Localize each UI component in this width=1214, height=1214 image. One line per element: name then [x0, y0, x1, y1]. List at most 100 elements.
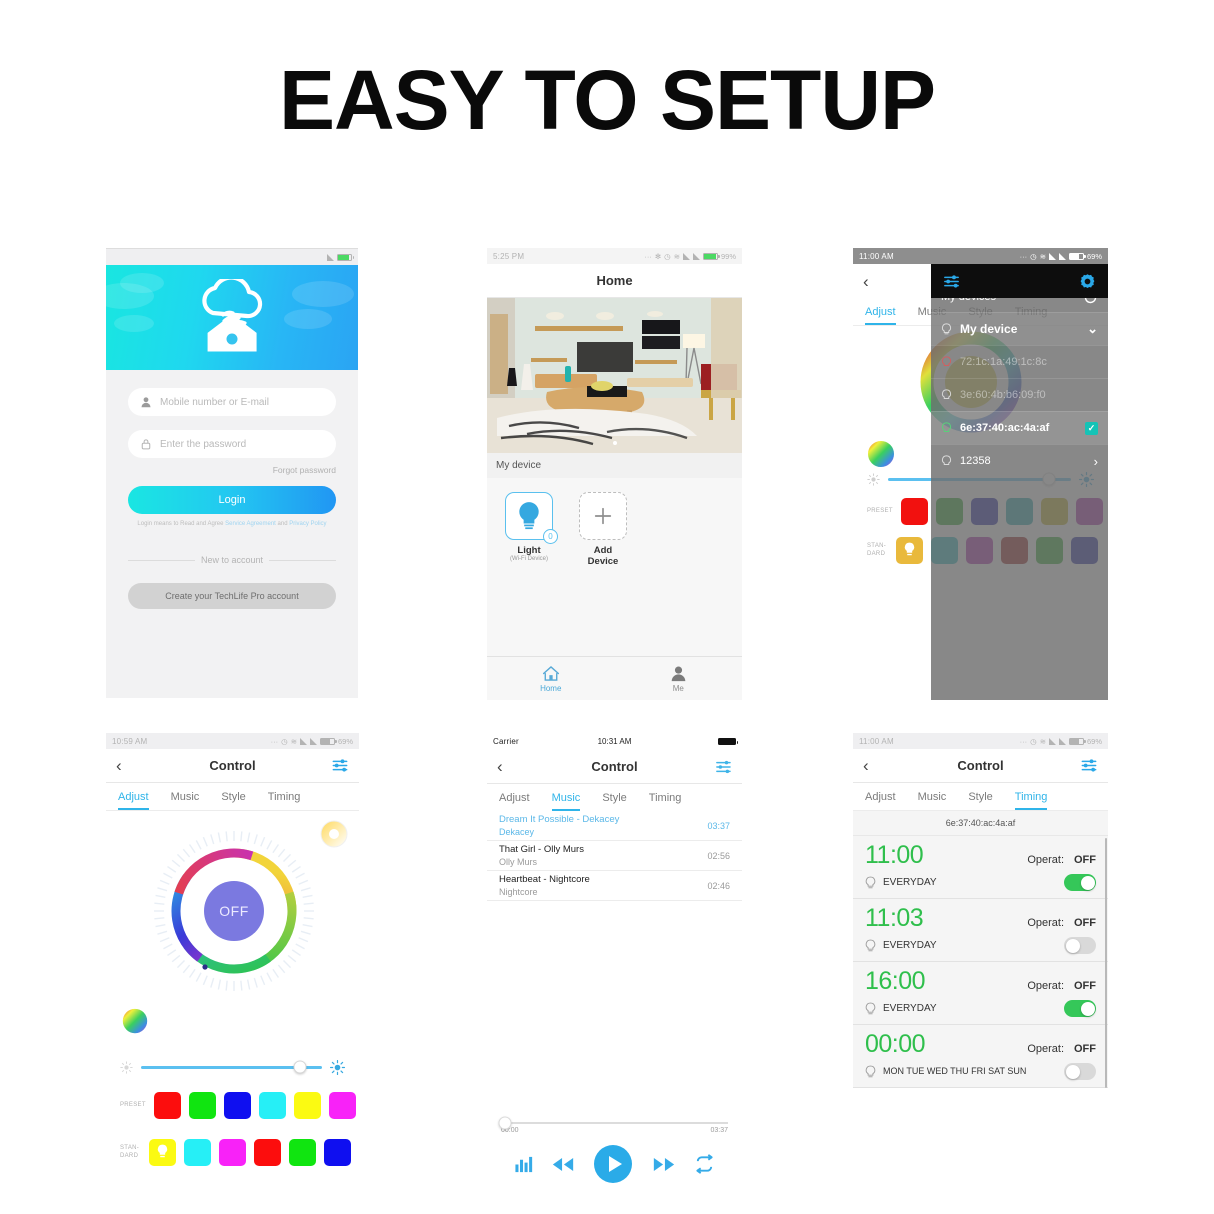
privacy-policy-link[interactable]: Privacy Policy [289, 521, 326, 527]
timer-operat-value: OFF [1074, 854, 1096, 866]
warm-white-wheel-icon[interactable] [319, 819, 349, 849]
status-icons [283, 253, 354, 261]
timer-operat-value: OFF [1074, 1043, 1096, 1055]
color-wheel-area: OFF [106, 811, 359, 1006]
device-row-4[interactable]: 12358 › [931, 444, 1108, 477]
preset-swatches[interactable] [154, 1092, 356, 1119]
standard-swatch-4[interactable] [289, 1139, 317, 1166]
device-box[interactable]: 0 [505, 492, 558, 544]
table-row[interactable]: 00:00 Operat: OFF MON TUE WED THU FRI SA… [853, 1025, 1108, 1088]
status-time: 5:25 PM [493, 251, 525, 261]
tab-music[interactable]: Music [171, 791, 200, 810]
power-toggle-button[interactable]: OFF [219, 903, 249, 919]
device-tile-light[interactable]: 0 Light (Wi-Fi Device) [505, 492, 558, 663]
play-icon[interactable] [593, 1144, 633, 1184]
standard-swatch-3[interactable] [254, 1139, 282, 1166]
device-tile-add[interactable]: Add Device [579, 492, 627, 663]
preset-swatch-3[interactable] [259, 1092, 286, 1119]
standard-swatches[interactable] [149, 1139, 352, 1166]
login-form: Mobile number or E-mail Enter the passwo… [106, 370, 358, 698]
back-chevron-icon[interactable]: ‹ [863, 273, 869, 290]
preset-swatch-5[interactable] [329, 1092, 356, 1119]
table-row[interactable]: 11:03 Operat: OFF EVERYDAY [853, 899, 1108, 962]
device-row-1[interactable]: 72:1c:1a:49:1c:8c [931, 345, 1108, 378]
back-chevron-icon[interactable]: ‹ [497, 758, 503, 775]
username-field[interactable]: Mobile number or E-mail [128, 388, 336, 416]
tab-home[interactable]: Home [487, 657, 615, 700]
service-agreement-link[interactable]: Service Agreement [225, 521, 276, 527]
list-item[interactable]: Dream It Possible - Dekacey Dekacey 03:3… [487, 811, 742, 841]
repeat-icon[interactable] [694, 1154, 715, 1174]
back-chevron-icon[interactable]: ‹ [863, 757, 869, 774]
status-bar [106, 249, 358, 265]
tab-bar: Adjust Music Style Timing [487, 784, 742, 811]
preset-swatch-0[interactable] [154, 1092, 181, 1119]
rewind-icon[interactable] [551, 1156, 575, 1173]
equalizer-icon[interactable] [514, 1155, 533, 1174]
table-row[interactable]: 11:00 Operat: OFF EVERYDAY [853, 836, 1108, 899]
tab-timing[interactable]: Timing [268, 791, 301, 810]
status-icons: ··· ◷ ≋ 69% [1020, 252, 1102, 261]
timer-toggle[interactable] [1064, 1000, 1096, 1017]
tab-music[interactable]: Music [551, 792, 581, 811]
back-chevron-icon[interactable]: ‹ [116, 757, 122, 774]
status-bar: 5:25 PM ··· ✻ ◷ ≋ 99% [487, 248, 742, 264]
gear-icon[interactable] [1079, 273, 1096, 290]
tab-adjust[interactable]: Adjust [499, 792, 530, 811]
timer-toggle[interactable] [1064, 1063, 1096, 1080]
device-row-2[interactable]: 3e:60:4b:b6:09:f0 [931, 378, 1108, 411]
tab-adjust[interactable]: Adjust [865, 306, 896, 325]
song-duration: 02:46 [707, 880, 730, 891]
fast-forward-icon[interactable] [652, 1156, 676, 1173]
standard-swatch-warm-white[interactable] [149, 1139, 177, 1166]
timer-operat-label: Operat: [1027, 854, 1064, 866]
checkbox-checked-icon[interactable]: ✓ [1085, 421, 1098, 435]
tab-timing[interactable]: Timing [1014, 791, 1048, 810]
scrollbar-thumb[interactable] [1105, 838, 1107, 1088]
sliders-icon[interactable] [1080, 758, 1098, 773]
login-button[interactable]: Login [128, 486, 336, 514]
standard-swatch-1[interactable] [184, 1139, 212, 1166]
tab-adjust[interactable]: Adjust [865, 791, 896, 810]
song-title: That Girl - Olly Murs [499, 844, 584, 855]
tab-style[interactable]: Style [968, 791, 992, 810]
tab-adjust[interactable]: Adjust [118, 791, 149, 810]
standard-swatch-2[interactable] [219, 1139, 247, 1166]
bulb-icon [157, 1144, 168, 1158]
preset-swatch-1[interactable] [189, 1092, 216, 1119]
chevron-down-icon[interactable]: ⌄ [1087, 321, 1098, 337]
timer-toggle[interactable] [1064, 937, 1096, 954]
chevron-right-icon[interactable]: › [1094, 454, 1098, 469]
add-device-box[interactable] [579, 492, 627, 540]
tab-style[interactable]: Style [602, 792, 626, 811]
tab-timing[interactable]: Timing [649, 792, 682, 811]
battery-percent: 69% [337, 736, 353, 746]
timer-repeat: MON TUE WED THU FRI SAT SUN [883, 1066, 1027, 1077]
device-row-3[interactable]: 6e:37:40:ac:4a:af ✓ [931, 411, 1108, 444]
preset-swatch-2[interactable] [224, 1092, 251, 1119]
list-item[interactable]: That Girl - Olly Murs Olly Murs 02:56 [487, 841, 742, 871]
table-row[interactable]: 16:00 Operat: OFF EVERYDAY [853, 962, 1108, 1025]
password-field[interactable]: Enter the password [128, 430, 336, 458]
color-wheel-icon[interactable] [865, 438, 897, 470]
forgot-password-link[interactable]: Forgot password [128, 465, 336, 475]
tab-style[interactable]: Style [221, 791, 245, 810]
timer-toggle[interactable] [1064, 874, 1096, 891]
preset-swatch-4[interactable] [294, 1092, 321, 1119]
sliders-icon[interactable] [331, 758, 349, 773]
create-account-button[interactable]: Create your TechLife Pro account [128, 583, 336, 609]
tab-me[interactable]: Me [615, 657, 743, 700]
battery-icon [718, 738, 738, 745]
standard-swatch-5[interactable] [324, 1139, 352, 1166]
device-group-row[interactable]: My device ⌄ [931, 312, 1108, 345]
agreement-prefix: Login means to Read and Agree [137, 521, 224, 527]
sliders-icon[interactable] [943, 274, 960, 289]
list-item[interactable]: Heartbeat - Nightcore Nightcore 02:46 [487, 871, 742, 901]
standard-swatch-warm-white[interactable] [896, 537, 924, 564]
color-wheel-icon[interactable] [120, 1006, 150, 1036]
sliders-icon[interactable] [714, 760, 732, 774]
brightness-slider[interactable] [141, 1060, 322, 1074]
preset-swatch-0[interactable] [901, 498, 928, 525]
tab-music[interactable]: Music [918, 791, 947, 810]
progress-slider[interactable] [498, 1116, 728, 1130]
